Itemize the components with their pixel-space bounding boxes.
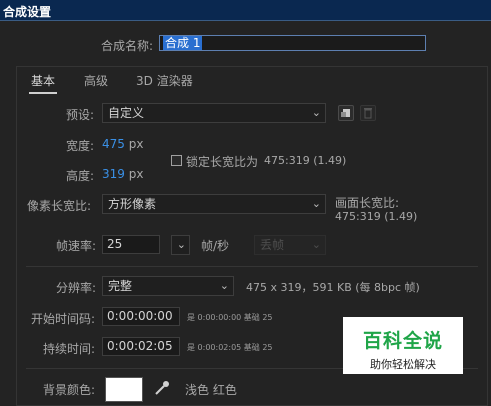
background-color-swatch[interactable] [105,377,143,402]
duration-value: 0:00:02:05 [107,339,173,353]
drop-frame-dropdown[interactable]: 丢帧 ⌄ [254,235,326,255]
duration-label: 持续时间: [43,342,96,356]
drop-frame-value: 丢帧 [260,238,285,252]
start-timecode-label: 开始时间码: [31,312,96,326]
chevron-down-icon: ⌄ [311,106,321,119]
width-unit: px [128,137,144,151]
watermark-subtitle: 助你轻松解决 [370,358,436,371]
preset-label: 预设: [66,108,95,122]
frame-rate-value: 25 [107,237,123,251]
chevron-down-icon: ⌄ [219,279,229,292]
height-value: 319 [102,167,125,181]
pixel-aspect-label: 像素长宽比: [27,199,92,213]
divider [26,266,478,267]
preset-value: 自定义 [108,106,145,120]
tab-basic[interactable]: 基本 [28,72,58,94]
eyedropper-icon[interactable] [153,379,171,397]
lock-aspect-checkbox[interactable] [171,155,182,166]
lock-aspect-label: 锁定长宽比为 [186,155,259,169]
chevron-down-icon: ⌄ [176,238,186,251]
tab-advanced[interactable]: 高级 [84,72,108,89]
window-title: 合成设置 [3,5,52,19]
preset-dropdown[interactable]: 自定义 ⌄ [102,103,326,123]
trash-icon [364,108,372,119]
start-timecode-input[interactable]: 0:00:00:00 [102,307,180,326]
save-preset-button[interactable] [338,105,354,121]
background-color-name: 浅色 红色 [185,383,237,397]
height-unit: px [128,167,144,181]
title-bar: 合成设置 [0,0,491,21]
width-field[interactable]: 475 px [102,137,143,151]
frame-rate-dropdown[interactable]: ⌄ [171,235,190,255]
frame-aspect-label: 画面长宽比: [335,196,400,210]
chevron-down-icon: ⌄ [311,238,321,251]
resolution-value: 完整 [108,279,133,293]
height-field[interactable]: 319 px [102,167,143,181]
background-color-label: 背景颜色: [43,383,96,397]
comp-name-input[interactable]: 合成 1 [159,35,426,51]
frame-rate-input[interactable]: 25 [102,235,160,254]
watermark-logo: 百科全说 助你轻松解决 [343,317,463,374]
comp-name-value: 合成 1 [163,36,203,50]
comp-name-label: 合成名称: [101,39,154,53]
duration-note: 是 0:00:02:05 基础 25 [187,343,273,352]
frame-aspect-value: 475:319 (1.49) [335,210,418,223]
chevron-down-icon: ⌄ [311,197,321,210]
lock-aspect-value: 475:319 (1.49) [264,154,347,167]
save-preset-icon [341,109,350,117]
resolution-dropdown[interactable]: 完整 ⌄ [102,276,234,296]
delete-preset-button[interactable] [360,105,376,121]
tab-3d-renderer[interactable]: 3D 渲染器 [136,72,193,89]
width-value: 475 [102,137,125,151]
pixel-aspect-value: 方形像素 [108,197,157,211]
duration-input[interactable]: 0:00:02:05 [102,337,180,356]
height-label: 高度: [66,169,95,183]
pixel-aspect-dropdown[interactable]: 方形像素 ⌄ [102,194,326,214]
resolution-info: 475 x 319，591 KB (每 8bpc 帧) [246,281,420,294]
frame-rate-label: 帧速率: [56,239,97,253]
width-label: 宽度: [66,139,95,153]
resolution-label: 分辨率: [56,281,97,295]
start-timecode-value: 0:00:00:00 [107,309,173,323]
watermark-title: 百科全说 [362,330,443,352]
frame-rate-unit: 帧/秒 [201,239,230,253]
start-timecode-note: 是 0:00:00:00 基础 25 [187,313,273,322]
